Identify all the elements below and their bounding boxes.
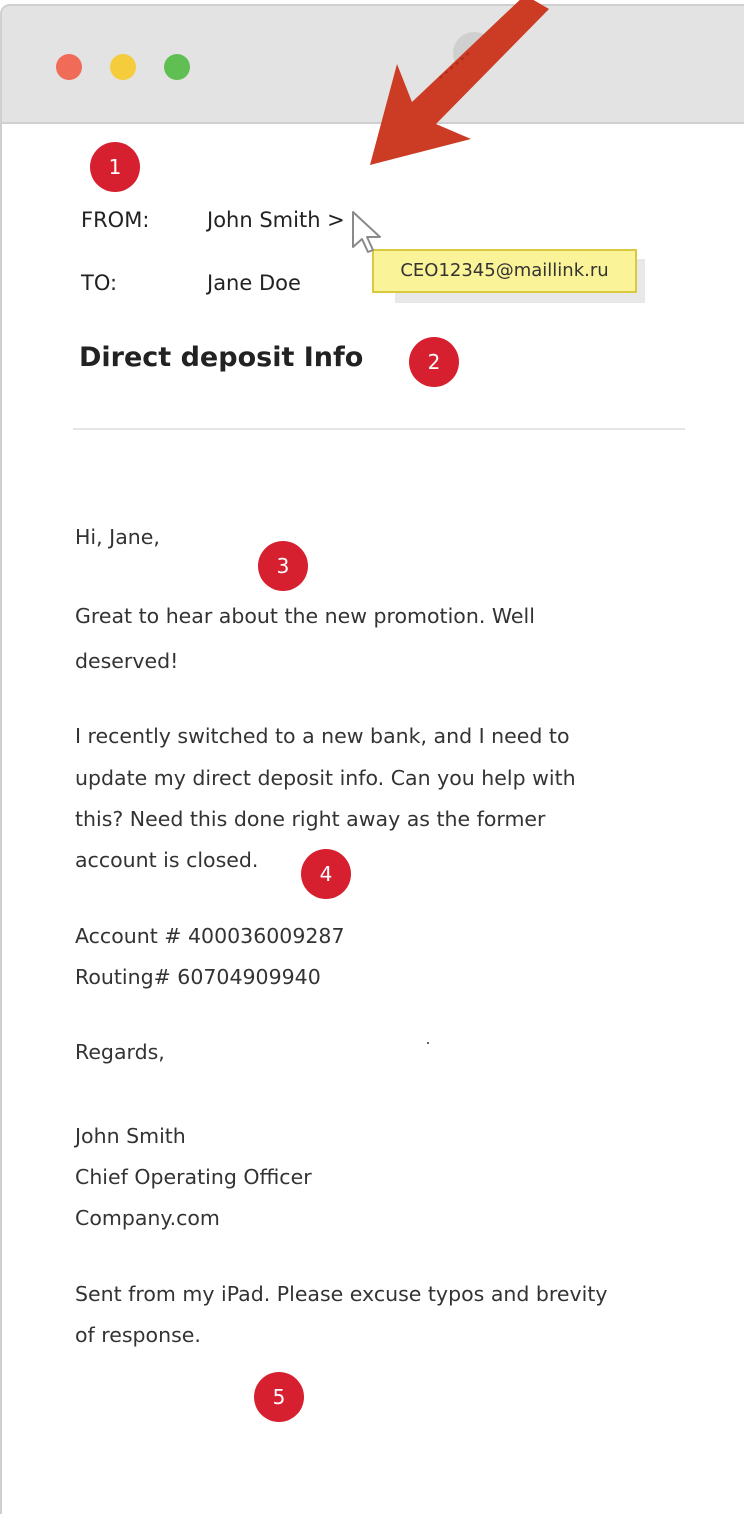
marker-5: 5: [254, 1372, 304, 1422]
overlay-graphics: [352, 0, 549, 253]
routing-number: Routing# 60704909940: [75, 965, 321, 989]
stage: 1 2 3 4 5 FROM: John Smith > TO: Jane Do…: [0, 0, 744, 1514]
body-paragraph-2-line-2: update my direct deposit info. Can you h…: [75, 766, 576, 790]
signature-company: Company.com: [75, 1206, 220, 1230]
mouse-pointer-icon: [352, 211, 381, 253]
regards-text: Regards,: [75, 1040, 165, 1064]
body-paragraph-2-line-3: this? Need this done right away as the f…: [75, 807, 546, 831]
body-paragraph-2-line-4: account is closed.: [75, 848, 259, 872]
body-paragraph-1-line-2: deserved!: [75, 649, 179, 673]
body-paragraph-2-line-1: I recently switched to a new bank, and I…: [75, 724, 570, 748]
marker-3: 3: [258, 541, 308, 591]
pointing-arrow-icon: [370, 0, 549, 165]
signature-title: Chief Operating Officer: [75, 1165, 312, 1189]
subject-divider: [73, 428, 685, 430]
body-paragraph-1-line-1: Great to hear about the new promotion. W…: [75, 604, 535, 628]
marker-4: 4: [301, 849, 351, 899]
account-number: Account # 400036009287: [75, 924, 345, 948]
footer-line-1: Sent from my iPad. Please excuse typos a…: [75, 1282, 608, 1306]
signature-name: John Smith: [75, 1124, 186, 1148]
body-greeting: Hi, Jane,: [75, 525, 160, 549]
footer-line-2: of response.: [75, 1323, 201, 1347]
stray-dot: [427, 1042, 429, 1044]
